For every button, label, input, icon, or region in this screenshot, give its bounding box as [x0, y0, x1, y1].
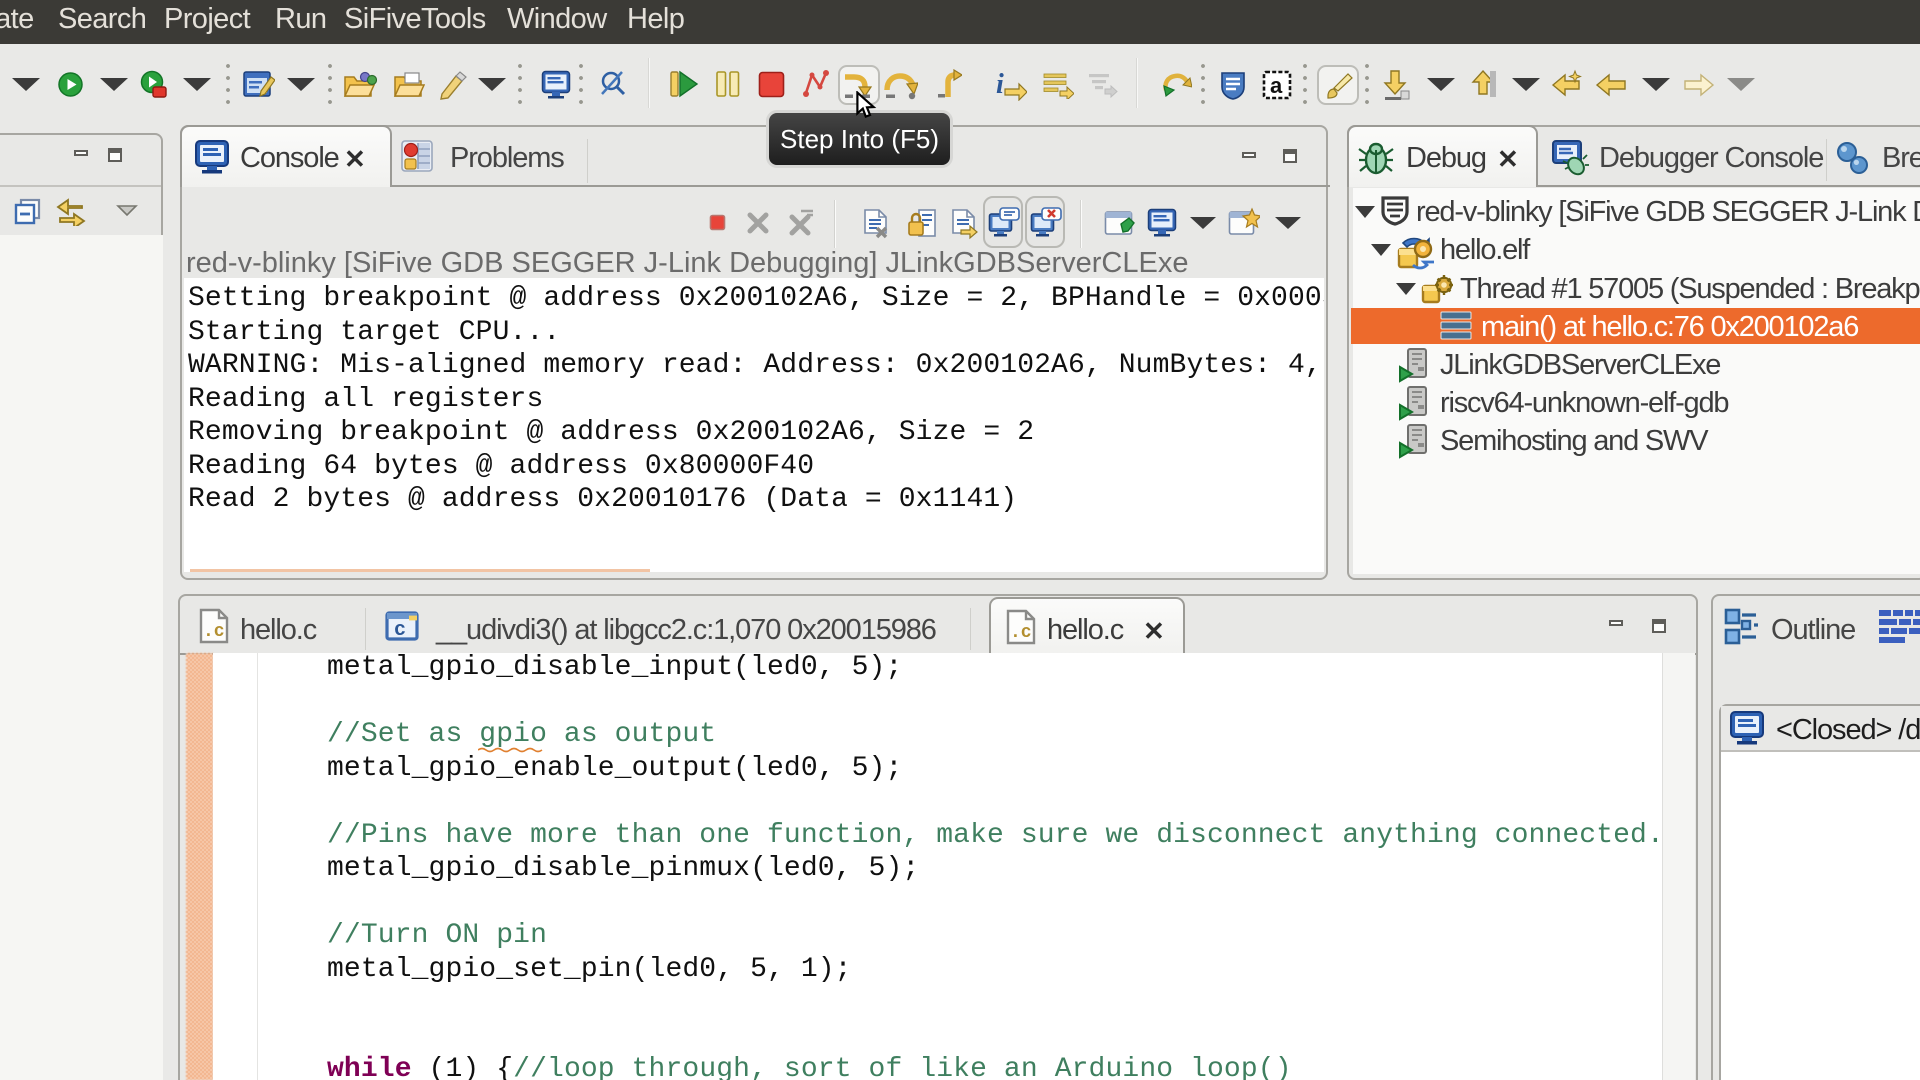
- svg-text:.c: .c: [1010, 623, 1032, 643]
- svg-text:.c: .c: [203, 622, 225, 642]
- svg-text:i: i: [996, 69, 1004, 100]
- svg-text:c: c: [394, 619, 406, 642]
- svg-text:a: a: [1270, 73, 1283, 98]
